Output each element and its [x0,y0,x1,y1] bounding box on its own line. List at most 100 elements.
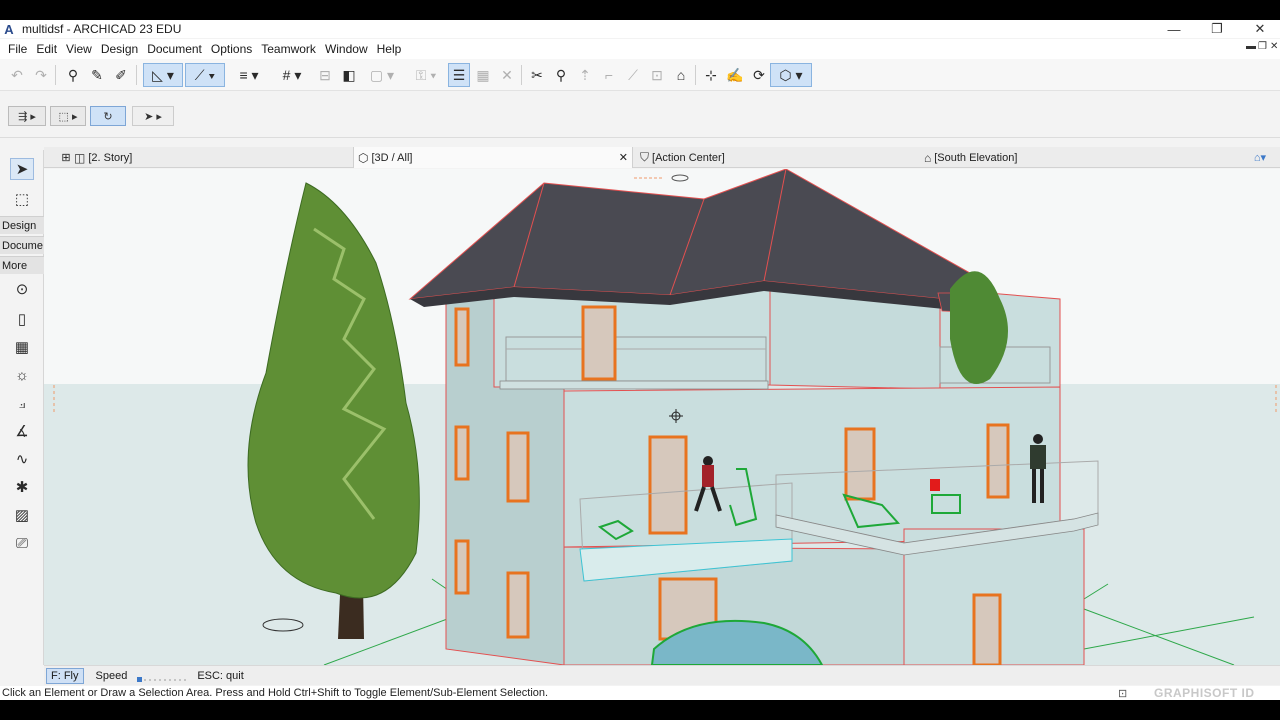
resize-icon[interactable]: ⊡ [646,63,668,87]
find-select-icon[interactable]: ⚲ [550,63,572,87]
orbit-button[interactable]: ↻ [90,106,126,126]
speed-slider[interactable] [137,671,189,682]
tab-story[interactable]: ◫ [2. Story] [74,147,350,168]
align-icon[interactable]: ≡ ▾ [231,63,267,87]
archicad-logo-icon: A [4,21,14,37]
close-icon[interactable]: ✕ [1238,20,1280,38]
menu-design[interactable]: Design [97,42,142,56]
window-title: multidsf - ARCHICAD 23 EDU [22,22,182,36]
syringe-icon[interactable]: ✐ [110,63,132,87]
fly-mode-badge[interactable]: F: Fly [46,667,84,684]
speed-slider-track [137,676,188,682]
marquee-tool-icon[interactable]: ⬚ [10,188,34,210]
west-window-mid [454,425,470,481]
menu-window[interactable]: Window [321,42,372,56]
tab-elevation-label: [South Elevation] [934,151,1018,164]
west-window-upper [454,307,470,367]
guide-lines-button[interactable]: ⟋ ▾ [185,63,225,87]
esc-hint: ESC: quit [197,669,244,682]
west-window-low [454,539,470,595]
graphisoft-id[interactable]: GRAPHISOFT ID [1154,686,1255,700]
3d-viewport[interactable] [44,169,1280,665]
hotspot-icon[interactable]: ✱ [10,476,34,498]
corner-icon[interactable]: ⌐ [598,63,620,87]
status-panel-icon[interactable]: ⊡ [1118,687,1127,700]
table-icon[interactable]: ▦ [472,63,494,87]
west-window-mid-2 [506,431,530,503]
menu-document[interactable]: Document [143,42,206,56]
tab-3d-all[interactable]: ⬡ [3D / All] ✕ [353,147,633,168]
suspend-groups-icon[interactable]: ⊟ [314,63,336,87]
figure-icon[interactable]: ▨ [10,504,34,526]
archicad-window: A multidsf - ARCHICAD 23 EDU — ❐ ✕ File … [0,0,1280,720]
tab-action-center[interactable]: ⛉ [Action Center] [638,147,918,168]
upper-door [581,305,617,381]
renovation-icon[interactable]: ☰ [448,63,470,87]
minimize-icon[interactable]: — [1152,20,1196,38]
curtain-wall-icon[interactable]: ▯ [10,308,34,330]
selection-mode-button[interactable]: ⬚ ▸ [50,106,86,126]
mesh-icon[interactable]: ▦ [10,336,34,358]
menu-edit[interactable]: Edit [32,42,61,56]
toolbox-section-design[interactable]: Design [0,216,44,234]
view-tab-bar: ⊞ ◫ [2. Story] ⬡ [3D / All] ✕ ⛉ [Action … [44,147,1280,168]
undo-icon[interactable]: ↶ [6,63,28,87]
snap-grid-icon[interactable]: # ▾ [274,63,310,87]
elevation-icon: ⌂ [924,150,932,165]
rotate-view-icon[interactable]: ⟳ [748,63,770,87]
3d-cutaway-icon[interactable]: ⊹ [700,63,722,87]
arrow-tool-icon[interactable]: ➤ [10,158,34,180]
toolbar-separator [136,65,137,85]
toolbox-section-document[interactable]: Docume [0,236,44,254]
redo-icon[interactable]: ↷ [30,63,52,87]
lamp-icon[interactable]: ☼ [10,364,34,386]
trace-icon[interactable]: ◧ [338,63,360,87]
camera-icon[interactable]: ⎚ [10,532,34,554]
tab-3d-label: [3D / All] [371,151,413,164]
grid-element-icon[interactable]: ⊙ [10,278,34,300]
menu-options[interactable]: Options [207,42,256,56]
gravity-button[interactable]: ◺ ▾ [143,63,183,87]
toolbar-separator [55,65,56,85]
front-window-right [844,427,876,501]
ground-right-window [972,593,1002,665]
elevate-icon[interactable]: ⇡ [574,63,596,87]
tab-close-icon[interactable]: ✕ [619,151,628,164]
x-icon[interactable]: ✕ [496,63,518,87]
stair-icon[interactable]: ⟓ [10,392,34,414]
marquee-mode-button[interactable]: ⇶ ▸ [8,106,46,126]
magic-wand-icon[interactable]: ⚲ [62,63,84,87]
secondary-toolbar: ⇶ ▸ ⬚ ▸ ↻ ➤ ▸ [0,92,1280,138]
3d-navigation-button[interactable]: ⬡ ▾ [770,63,812,87]
offset-icon[interactable]: ⟋ [622,63,644,87]
dimension-icon[interactable]: ∡ [10,420,34,442]
tab-action-center-label: [Action Center] [652,151,725,164]
layer-icon[interactable]: ▢ ▾ [364,63,400,87]
mdi-minimize-icon[interactable]: ▬ [1246,41,1256,52]
3d-style-icon[interactable]: ✍ [724,63,746,87]
menu-view[interactable]: View [62,42,96,56]
arrow-tool-button[interactable]: ➤ ▸ [132,106,174,126]
menu-bar: File Edit View Design Document Options T… [0,39,1280,59]
tab-south-elevation[interactable]: ⌂ [South Elevation] [922,147,1202,168]
mdi-close-icon[interactable]: ✕ [1270,41,1278,52]
lock-icon[interactable]: ⚿ ▾ [408,63,444,87]
eyedropper-icon[interactable]: ✎ [86,63,108,87]
tab-list-icon[interactable]: ⌂▾ [1240,147,1280,168]
3d-scene [44,169,1280,665]
speed-label: Speed [95,669,128,682]
toolbox-section-more[interactable]: More [0,256,44,274]
menu-help[interactable]: Help [373,42,406,56]
menu-file[interactable]: File [4,42,31,56]
action-center-icon: ⛉ [640,150,650,164]
spline-icon[interactable]: ∿ [10,448,34,470]
title-bar: A multidsf - ARCHICAD 23 EDU — ❐ ✕ [0,20,1280,38]
letterbox-top [0,0,1280,20]
trim-icon[interactable]: ✂ [526,63,548,87]
roof-icon[interactable]: ⌂ [670,63,692,87]
mdi-restore-icon[interactable]: ❐ [1258,41,1267,52]
status-message: Click an Element or Draw a Selection Are… [2,687,549,699]
restore-icon[interactable]: ❐ [1195,20,1239,38]
status-bar: Click an Element or Draw a Selection Are… [0,686,1280,700]
menu-teamwork[interactable]: Teamwork [257,42,320,56]
